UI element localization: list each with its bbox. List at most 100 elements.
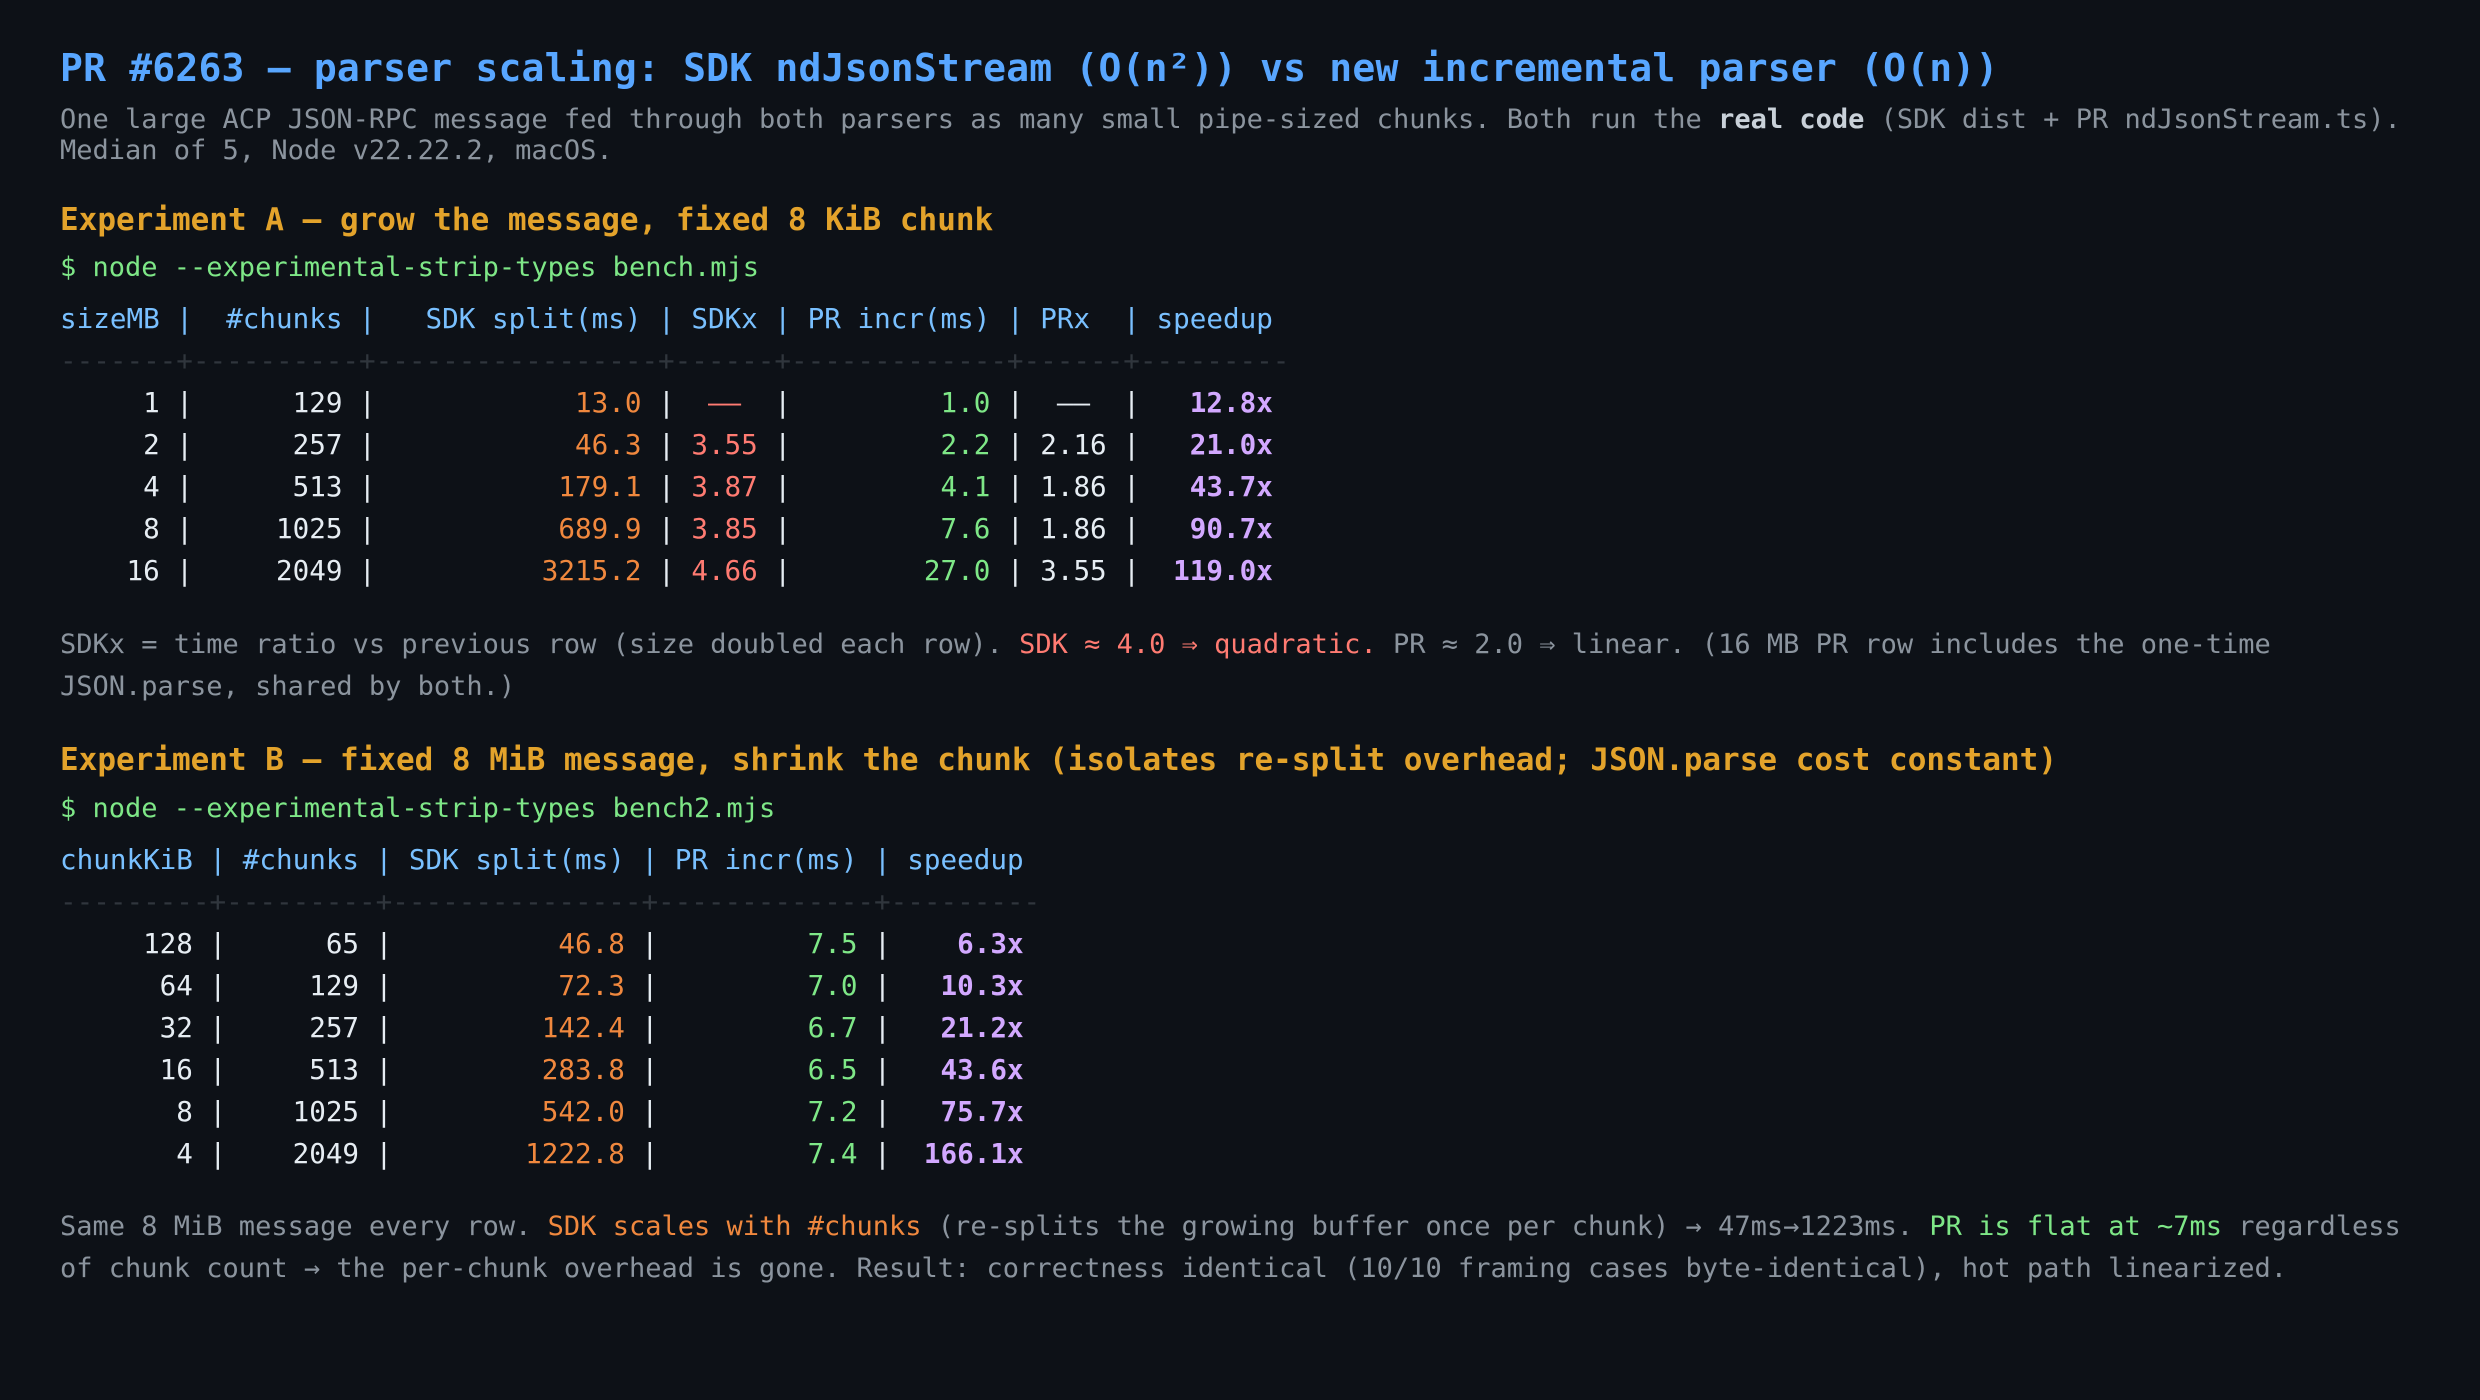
table-separator-row: -------+----------+-----------------+---… — [60, 340, 1289, 382]
table-row: 4 | 513 | 179.1 | 3.87 | 4.1 | 1.86 | 43… — [60, 466, 1289, 508]
column-separator: | — [159, 554, 210, 587]
cell-chunks: 513 — [209, 470, 343, 503]
cell-speedup: 6.3x — [907, 927, 1024, 960]
cell-sdk: 46.8 — [408, 927, 625, 960]
column-separator: | — [1106, 428, 1157, 461]
column-separator: | — [192, 843, 243, 876]
column-separator: | — [159, 302, 210, 335]
cell-speedup: 21.2x — [907, 1011, 1024, 1044]
table-row: 2 | 257 | 46.3 | 3.55 | 2.2 | 2.16 | 21.… — [60, 424, 1289, 466]
column-separator: | — [990, 512, 1041, 545]
table-row: 128 | 65 | 46.8 | 7.5 | 6.3x — [60, 923, 1040, 965]
table-header-row: sizeMB | #chunks | SDK split(ms) | SDKx … — [60, 298, 1289, 340]
cell-pr: 1.0 — [807, 386, 991, 419]
column-separator: | — [990, 386, 1041, 419]
cell-chunks: 1025 — [242, 1095, 360, 1128]
subtitle-bold: real code — [1718, 104, 1865, 135]
cell-pr: 4.1 — [807, 470, 991, 503]
cell-sdkx: 3.87 — [691, 470, 758, 503]
cell-chunks: 129 — [242, 969, 360, 1002]
cell-sdk: 689.9 — [392, 512, 642, 545]
page-title: PR #6263 — parser scaling: SDK ndJsonStr… — [60, 46, 1999, 90]
table-row: 16 | 2049 | 3215.2 | 4.66 | 27.0 | 3.55 … — [60, 550, 1289, 592]
column-separator: | — [159, 470, 210, 503]
column-separator: | — [359, 843, 409, 876]
column-separator: | — [641, 512, 692, 545]
cell-sdk: 283.8 — [408, 1053, 625, 1086]
cell-prx: 1.86 — [1040, 470, 1107, 503]
cell-chunks: 129 — [209, 386, 343, 419]
column-header: speedup — [1156, 302, 1273, 335]
cell-sdk: 3215.2 — [392, 554, 642, 587]
cell-chunkKiB: 16 — [60, 1053, 193, 1086]
column-separator: | — [624, 927, 675, 960]
table-row: 8 | 1025 | 689.9 | 3.85 | 7.6 | 1.86 | 9… — [60, 508, 1289, 550]
experiment-a-title: Experiment A — grow the message, fixed 8… — [60, 202, 994, 238]
column-separator: | — [192, 1137, 243, 1170]
cell-pr: 2.2 — [807, 428, 991, 461]
column-header: PR incr(ms) — [807, 302, 991, 335]
cell-sizeMB: 1 — [60, 386, 160, 419]
cell-chunkKiB: 4 — [60, 1137, 193, 1170]
cell-pr: 7.2 — [674, 1095, 858, 1128]
column-header: PR incr(ms) — [674, 843, 858, 876]
column-separator: | — [990, 554, 1041, 587]
cell-sizeMB: 16 — [60, 554, 160, 587]
column-separator: | — [192, 1053, 243, 1086]
note-b-text-b: (re-splits the growing buffer once per c… — [921, 1211, 1930, 1242]
column-header: speedup — [907, 843, 1024, 876]
table-row: 32 | 257 | 142.4 | 6.7 | 21.2x — [60, 1007, 1040, 1049]
column-separator: | — [624, 1053, 675, 1086]
cell-pr: 7.5 — [674, 927, 858, 960]
separator-dashes: ---------+---------+---------------+----… — [60, 885, 1041, 918]
table-row: 4 | 2049 | 1222.8 | 7.4 | 166.1x — [60, 1133, 1040, 1175]
column-separator: | — [757, 428, 808, 461]
column-separator: | — [1106, 554, 1157, 587]
cell-sdk: 13.0 — [392, 386, 642, 419]
column-header: sizeMB — [60, 302, 160, 335]
column-separator: | — [624, 1137, 675, 1170]
column-separator: | — [624, 843, 675, 876]
cell-speedup: 10.3x — [907, 969, 1024, 1002]
column-header: #chunks — [209, 302, 343, 335]
experiment-b-table: chunkKiB | #chunks | SDK split(ms) | PR … — [60, 839, 1040, 1175]
column-separator: | — [641, 554, 692, 587]
cell-chunks: 257 — [209, 428, 343, 461]
cell-chunks: 2049 — [209, 554, 343, 587]
column-separator: | — [757, 512, 808, 545]
column-separator: | — [359, 1137, 409, 1170]
cell-speedup: 119.0x — [1156, 554, 1273, 587]
table-header-row: chunkKiB | #chunks | SDK split(ms) | PR … — [60, 839, 1040, 881]
column-header: chunkKiB — [60, 843, 193, 876]
note-a-quadratic: SDK ≈ 4.0 ⇒ quadratic. — [1019, 629, 1377, 660]
cell-chunks: 2049 — [242, 1137, 360, 1170]
cell-chunks: 513 — [242, 1053, 360, 1086]
experiment-b-command: $ node --experimental-strip-types bench2… — [60, 793, 776, 824]
column-separator: | — [342, 512, 393, 545]
cell-pr: 7.0 — [674, 969, 858, 1002]
cell-pr: 6.7 — [674, 1011, 858, 1044]
column-separator: | — [1106, 302, 1157, 335]
column-separator: | — [990, 470, 1041, 503]
cell-speedup: 90.7x — [1156, 512, 1273, 545]
column-separator: | — [641, 428, 692, 461]
cell-prx: —— — [1040, 386, 1107, 419]
cell-sdk: 46.3 — [392, 428, 642, 461]
cell-chunks: 257 — [242, 1011, 360, 1044]
column-separator: | — [159, 386, 210, 419]
column-separator: | — [192, 1095, 243, 1128]
cell-pr: 6.5 — [674, 1053, 858, 1086]
experiment-b-title: Experiment B — fixed 8 MiB message, shri… — [60, 742, 2058, 778]
column-separator: | — [359, 1011, 409, 1044]
cell-sdk: 179.1 — [392, 470, 642, 503]
column-separator: | — [359, 1095, 409, 1128]
cell-sdk: 142.4 — [408, 1011, 625, 1044]
column-separator: | — [641, 470, 692, 503]
experiment-a-note: SDKx = time ratio vs previous row (size … — [60, 624, 2440, 708]
cell-pr: 7.4 — [674, 1137, 858, 1170]
column-separator: | — [990, 428, 1041, 461]
table-row: 16 | 513 | 283.8 | 6.5 | 43.6x — [60, 1049, 1040, 1091]
column-separator: | — [159, 428, 210, 461]
column-separator: | — [159, 512, 210, 545]
column-header: #chunks — [242, 843, 360, 876]
